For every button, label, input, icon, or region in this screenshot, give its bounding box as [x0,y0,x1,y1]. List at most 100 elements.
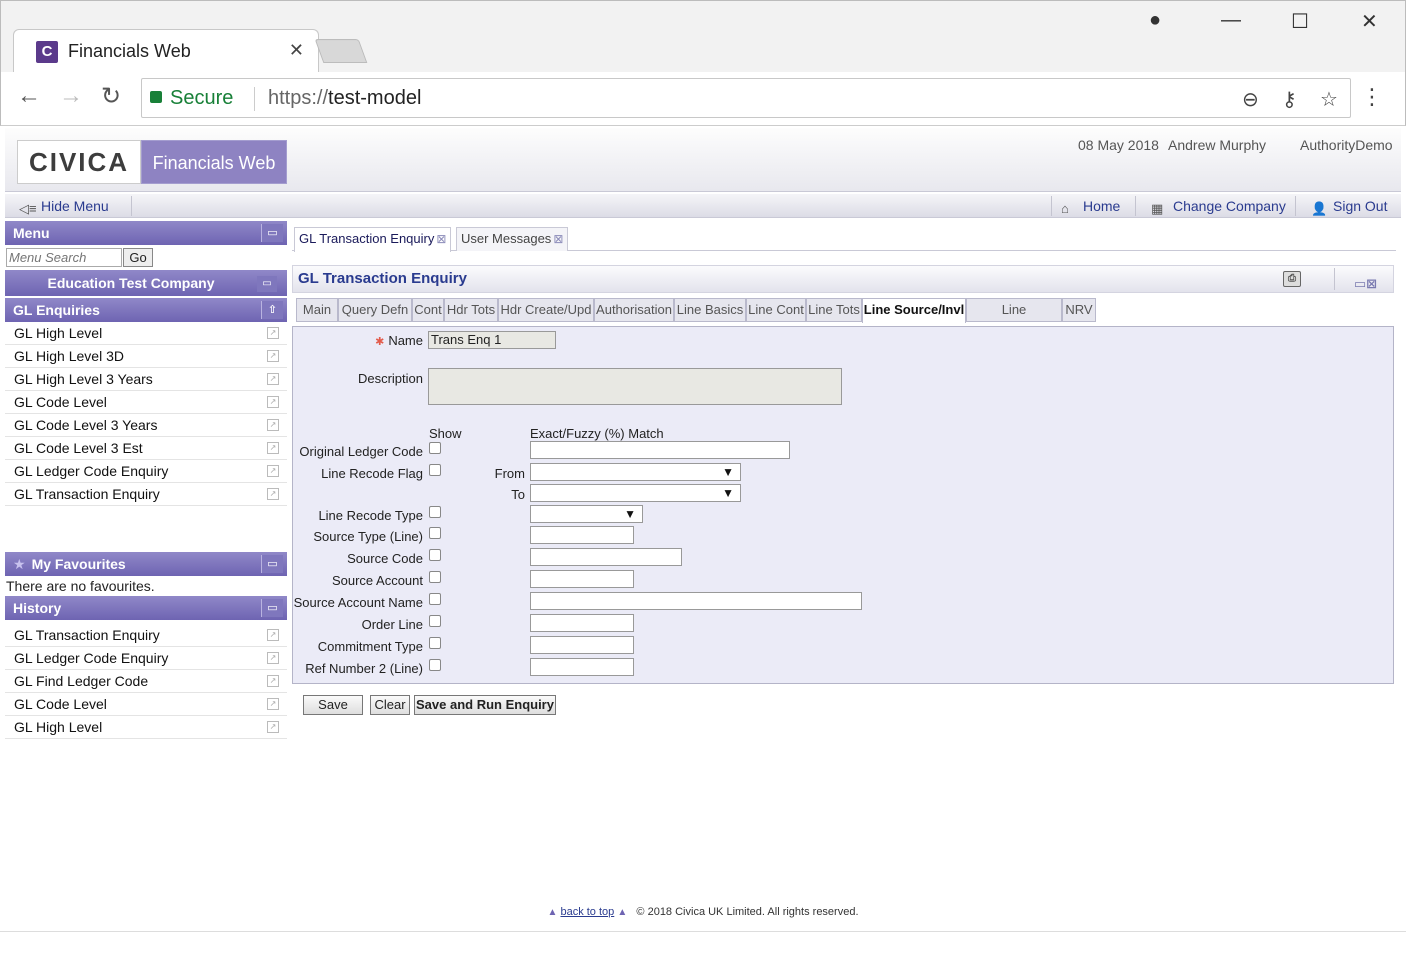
bookmark-star-icon[interactable]: ☆ [1320,87,1338,112]
sidebar-item-gl-code-level[interactable]: GL Code Level ↗ [5,391,287,414]
open-external-icon[interactable]: ↗ [267,350,279,362]
commitment-type-label: Commitment Type [317,639,423,654]
hide-menu-button[interactable]: ◁≡ Hide Menu [19,198,109,216]
tab-nrv[interactable]: NRV [1062,298,1096,322]
recode-flag-from-select[interactable]: ▼ [530,463,741,481]
minimize-icon[interactable]: — [1221,9,1241,32]
new-tab-button[interactable] [314,39,368,63]
browser-tab[interactable]: C Financials Web ✕ [13,29,319,73]
maximize-icon[interactable]: ☐ [1291,9,1309,34]
save-button[interactable]: Save [303,695,363,715]
browser-titlebar: C Financials Web ✕ ● — ☐ ✕ [0,0,1406,73]
print-icon[interactable]: ⎙ [1283,271,1301,287]
line-recode-type-select[interactable]: ▼ [530,505,643,523]
open-external-icon[interactable]: ↗ [267,419,279,431]
required-asterisk-icon: ✱ [375,336,385,348]
source-type-line-input[interactable] [530,526,634,544]
back-to-top-link[interactable]: back to top [560,906,614,918]
order-line-checkbox[interactable] [429,615,441,627]
close-window-icon[interactable]: ✕ [1361,9,1378,34]
up-arrow-icon: ▲ [547,907,558,918]
close-tab-icon[interactable]: ⊠ [436,232,446,246]
account-icon[interactable]: ● [1149,9,1161,32]
commitment-type-checkbox[interactable] [429,637,441,649]
home-icon: ⌂ [1061,201,1069,216]
line-recode-type-checkbox[interactable] [429,506,441,518]
user-icon: 👤 [1311,201,1328,216]
go-button[interactable]: Go [123,248,153,267]
forward-arrow-icon[interactable]: → [59,82,83,110]
sidebar-item-gl-transaction-enquiry[interactable]: GL Transaction Enquiry ↗ [5,483,287,506]
tab-gl-transaction-enquiry[interactable]: GL Transaction Enquiry ⊠ [294,227,452,252]
app-name-banner: Financials Web [141,140,287,184]
change-company-button[interactable]: ▦ Change Company [1151,198,1286,216]
original-ledger-code-checkbox[interactable] [429,442,441,454]
open-external-icon[interactable]: ↗ [267,396,279,408]
description-label: Description [357,371,423,386]
sidebar-item-gl-high-level-3d[interactable]: GL High Level 3D ↗ [5,345,287,368]
name-input[interactable]: Trans Enq 1 [428,331,556,349]
address-bar[interactable]: Secure https://test-model ⊖ ⚷ ☆ [141,78,1351,118]
tab-main[interactable]: Main [296,298,338,322]
recode-flag-to-select[interactable]: ▼ [530,484,741,502]
close-tab-icon[interactable]: ⊠ [553,232,563,246]
order-line-label: Order Line [361,617,423,632]
header-user: Andrew Murphy [1168,137,1267,153]
close-panel-icon[interactable]: ▭⊠ [1354,271,1377,297]
description-textarea[interactable] [428,368,842,405]
source-account-name-input[interactable] [530,592,862,610]
tab-line-create-upd[interactable]: Line Create/Upd [966,298,1062,339]
original-ledger-code-input[interactable] [530,441,790,459]
open-external-icon[interactable]: ↗ [267,488,279,500]
ref-number-2-input[interactable] [530,658,634,676]
sidebar-item-gl-code-level-3-years[interactable]: GL Code Level 3 Years ↗ [5,414,287,437]
url-text[interactable]: https://test-model [268,87,421,110]
source-code-checkbox[interactable] [429,549,441,561]
key-icon[interactable]: ⚷ [1282,87,1297,112]
tab-user-messages[interactable]: User Messages ⊠ [456,227,569,251]
tab-hdr-tots[interactable]: Hdr Tots [444,298,498,322]
omnibox-separator [254,87,255,111]
clear-button[interactable]: Clear [370,695,410,715]
menu-search-input[interactable] [6,248,122,267]
tab-line-source-invl[interactable]: Line Source/Invl [862,298,966,323]
tab-hdr-create-upd[interactable]: Hdr Create/Upd [498,298,594,322]
tab-cont[interactable]: Cont [412,298,444,322]
close-tab-icon[interactable]: ✕ [289,40,304,61]
footer: ▲ back to top ▲ © 2018 Civica UK Limited… [0,906,1406,918]
open-external-icon[interactable]: ↗ [267,675,279,687]
tab-line-basics[interactable]: Line Basics [674,298,746,322]
history-item-gl-code-level[interactable]: GL Code Level ↗ [5,693,287,716]
source-account-name-checkbox[interactable] [429,593,441,605]
menu-window-icon[interactable]: ▭ [261,224,283,242]
save-and-run-enquiry-button[interactable]: Save and Run Enquiry [414,695,556,715]
secure-indicator[interactable]: Secure [150,87,233,110]
source-type-line-checkbox[interactable] [429,527,441,539]
to-label: To [511,487,525,502]
source-account-checkbox[interactable] [429,571,441,583]
zoom-icon[interactable]: ⊖ [1242,87,1259,112]
tab-line-tots[interactable]: Line Tots [806,298,862,322]
commitment-type-input[interactable] [530,636,634,654]
history-item-gl-high-level[interactable]: GL High Level ↗ [5,716,287,739]
browser-menu-icon[interactable]: ⋮ [1361,84,1383,110]
section-up-icon[interactable]: ⇧ [261,301,283,319]
title-separator [1334,268,1335,290]
source-code-input[interactable] [530,548,682,566]
home-button[interactable]: ⌂ Home [1061,198,1120,216]
company-window-icon[interactable]: ▭ [257,276,277,292]
source-account-input[interactable] [530,570,634,588]
original-ledger-code-label: Original Ledger Code [299,444,423,459]
order-line-input[interactable] [530,614,634,632]
reload-icon[interactable]: ↻ [101,82,121,111]
open-external-icon[interactable]: ↗ [267,721,279,733]
browser-toolbar: ← → ↻ Secure https://test-model ⊖ ⚷ ☆ ⋮ [0,72,1406,126]
back-arrow-icon[interactable]: ← [17,82,41,110]
app-header: CIVICA Financials Web 08 May 2018 Andrew… [5,128,1401,192]
sign-out-button[interactable]: 👤 Sign Out [1311,198,1387,216]
ref-number-2-checkbox[interactable] [429,659,441,671]
open-external-icon[interactable]: ↗ [267,698,279,710]
tab-query-defn[interactable]: Query Defn [338,298,412,322]
tab-line-cont[interactable]: Line Cont [746,298,806,322]
tab-authorisation[interactable]: Authorisation [594,298,674,322]
